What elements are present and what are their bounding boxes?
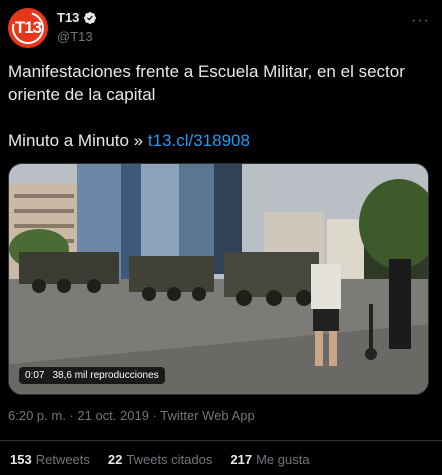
- retweets-stat[interactable]: 153 Retweets: [10, 452, 90, 467]
- more-options-icon[interactable]: ···: [411, 12, 430, 30]
- verified-badge-icon: [84, 11, 97, 24]
- video-player[interactable]: 0:07 38,6 mil reproducciones: [8, 163, 429, 395]
- likes-stat[interactable]: 217 Me gusta: [230, 452, 309, 467]
- likes-count: 217: [230, 452, 253, 467]
- retweets-label: Retweets: [35, 452, 90, 467]
- quotes-count: 22: [107, 452, 123, 467]
- tweet-time[interactable]: 6:20 p. m.: [8, 408, 66, 423]
- avatar[interactable]: T13: [6, 6, 50, 50]
- video-thumbnail: [9, 164, 428, 394]
- tweet-link[interactable]: t13.cl/318908: [148, 131, 250, 150]
- link-prefix: Minuto a Minuto »: [8, 131, 148, 150]
- display-name[interactable]: T13: [57, 10, 79, 25]
- likes-label: Me gusta: [256, 452, 310, 467]
- meta-separator: ·: [65, 408, 78, 423]
- display-name-row[interactable]: T13: [57, 10, 97, 25]
- divider: [0, 440, 442, 441]
- tweet-date[interactable]: 21 oct. 2019: [77, 408, 149, 423]
- avatar-text: T13: [14, 18, 42, 37]
- tweet-stats: 153 Retweets 22 Tweets citados 217 Me gusta: [10, 452, 310, 467]
- tweet-header: T13 T13 @T13 ···: [6, 6, 434, 50]
- retweets-count: 153: [10, 452, 32, 467]
- tweet-source: Twitter Web App: [160, 408, 255, 423]
- handle[interactable]: @T13: [57, 29, 97, 44]
- account-names: T13 @T13: [57, 10, 97, 44]
- video-views: 38,6 mil reproducciones: [52, 370, 159, 381]
- video-duration: 0:07: [25, 370, 45, 381]
- tweet-line-2: Minuto a Minuto » t13.cl/318908: [8, 129, 428, 152]
- tweet-text: Manifestaciones frente a Escuela Militar…: [8, 60, 428, 152]
- tweet-line-1: Manifestaciones frente a Escuela Militar…: [8, 62, 405, 104]
- tweet-meta: 6:20 p. m. · 21 oct. 2019 · Twitter Web …: [8, 408, 255, 423]
- meta-separator: ·: [148, 408, 161, 423]
- quotes-stat[interactable]: 22 Tweets citados: [108, 452, 212, 467]
- video-info-badge: 0:07 38,6 mil reproducciones: [19, 367, 165, 384]
- quotes-label: Tweets citados: [126, 452, 213, 467]
